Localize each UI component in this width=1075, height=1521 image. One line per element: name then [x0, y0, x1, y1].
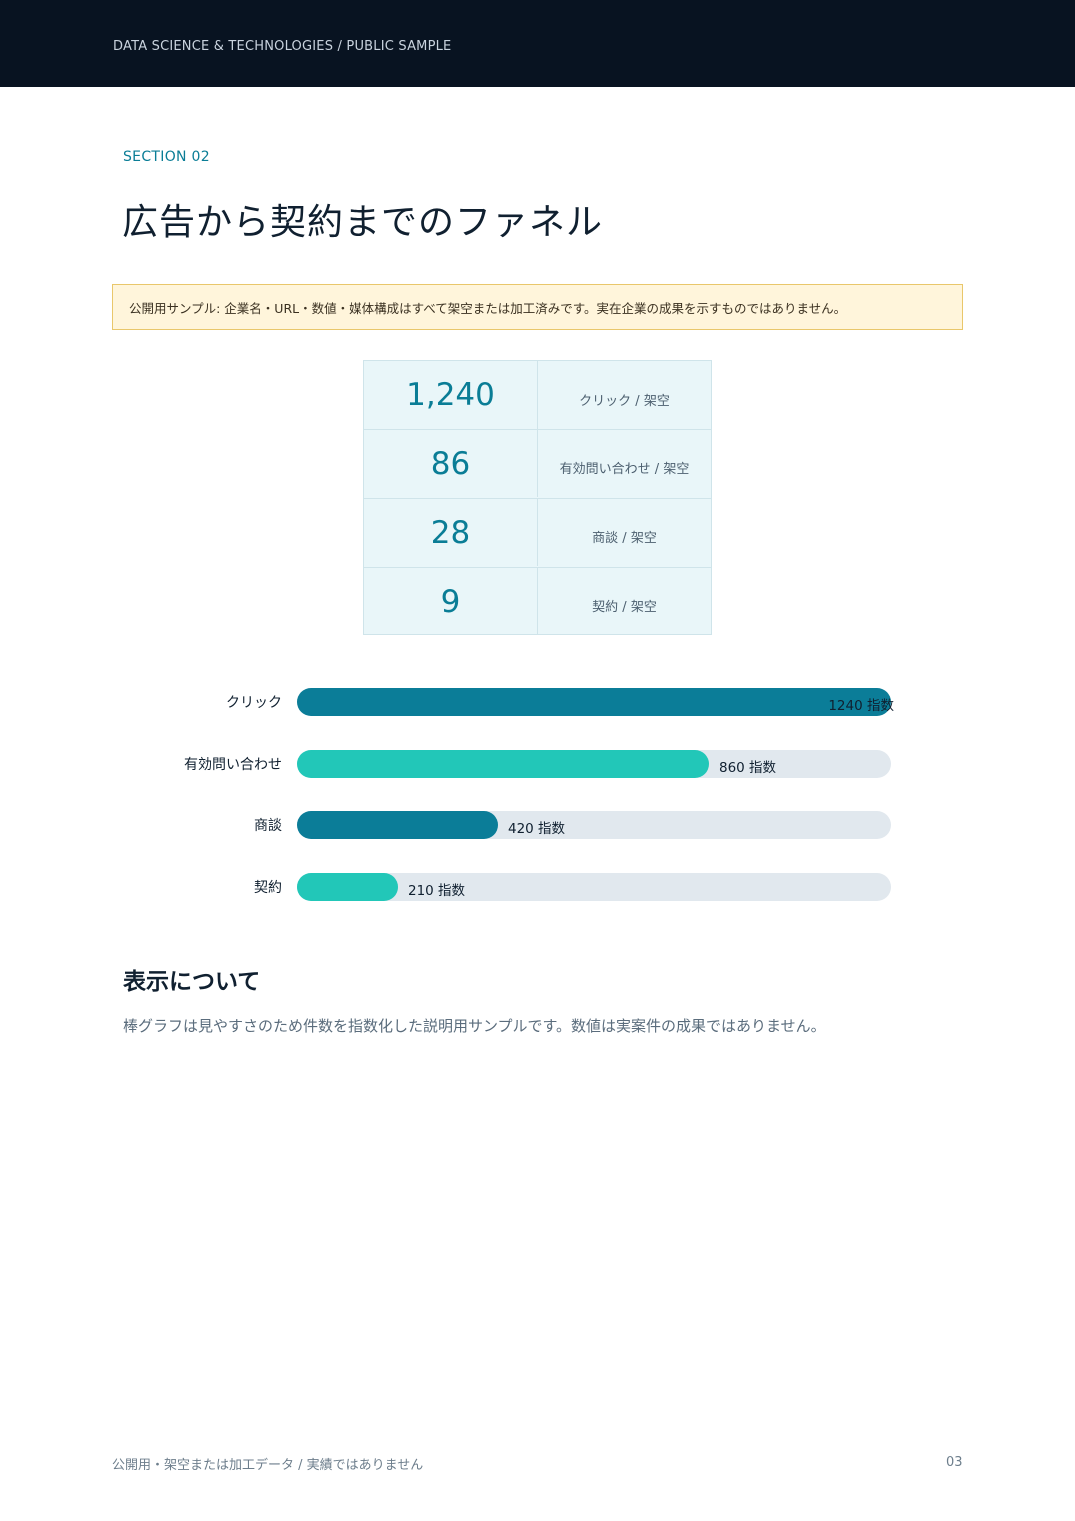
kpi-value: 9 [364, 568, 538, 635]
bar-value-label: 1240 指数 [828, 698, 894, 714]
bar-track: 1240 指数 [297, 688, 894, 716]
kpi-value: 28 [364, 499, 538, 566]
bar-track: 420 指数 [297, 811, 891, 839]
kpi-row: 1,240 クリック / 架空 [364, 361, 711, 429]
kpi-label: 商談 / 架空 [592, 531, 657, 546]
disclaimer-text: 公開用サンプル: 企業名・URL・数値・媒体構成はすべて架空または加工済みです。… [129, 301, 847, 316]
bar [297, 811, 498, 839]
kpi-label: 契約 / 架空 [592, 600, 657, 615]
bar-row: クリック 1240 指数 [140, 688, 900, 716]
bar-category-label: クリック [226, 695, 282, 711]
bar-value-label: 210 指数 [408, 883, 466, 899]
bar-category-label: 有効問い合わせ [184, 757, 282, 773]
bar-track: 210 指数 [297, 873, 891, 901]
bar-category-label: 契約 [254, 880, 282, 896]
kpi-row: 9 契約 / 架空 [364, 567, 711, 635]
bar [297, 750, 709, 778]
kpi-label: 有効問い合わせ / 架空 [559, 462, 690, 477]
kpi-row: 28 商談 / 架空 [364, 498, 711, 566]
bar-category-label: 商談 [254, 818, 282, 834]
bar [297, 873, 398, 901]
kpi-value: 86 [364, 430, 538, 497]
bar-row: 商談 420 指数 [140, 811, 900, 839]
notes-heading: 表示について [123, 969, 261, 995]
footer-disclaimer: 公開用・架空または加工データ / 実績ではありません [112, 1458, 424, 1473]
bar [297, 688, 891, 716]
page-number: 03 [946, 1455, 963, 1470]
bar-row: 契約 210 指数 [140, 873, 900, 901]
kpi-row: 86 有効問い合わせ / 架空 [364, 429, 711, 497]
top-banner: DATA SCIENCE & TECHNOLOGIES / PUBLIC SAM… [0, 0, 1075, 87]
notes-body: 棒グラフは見やすさのため件数を指数化した説明用サンプルです。数値は実案件の成果で… [123, 1017, 826, 1035]
bar-value-label: 860 指数 [719, 760, 777, 776]
kpi-table: 1,240 クリック / 架空 86 有効問い合わせ / 架空 28 商談 / … [363, 360, 712, 635]
bar-value-label: 420 指数 [508, 821, 566, 837]
bar-track: 860 指数 [297, 750, 891, 778]
kpi-value: 1,240 [364, 361, 538, 429]
bar-row: 有効問い合わせ 860 指数 [140, 750, 900, 778]
header-text: DATA SCIENCE & TECHNOLOGIES / PUBLIC SAM… [113, 39, 452, 54]
section-label: SECTION 02 [123, 149, 210, 165]
kpi-label: クリック / 架空 [579, 393, 670, 409]
disclaimer-notice: 公開用サンプル: 企業名・URL・数値・媒体構成はすべて架空または加工済みです。… [112, 284, 963, 330]
page-title: 広告から契約までのファネル [122, 202, 604, 243]
